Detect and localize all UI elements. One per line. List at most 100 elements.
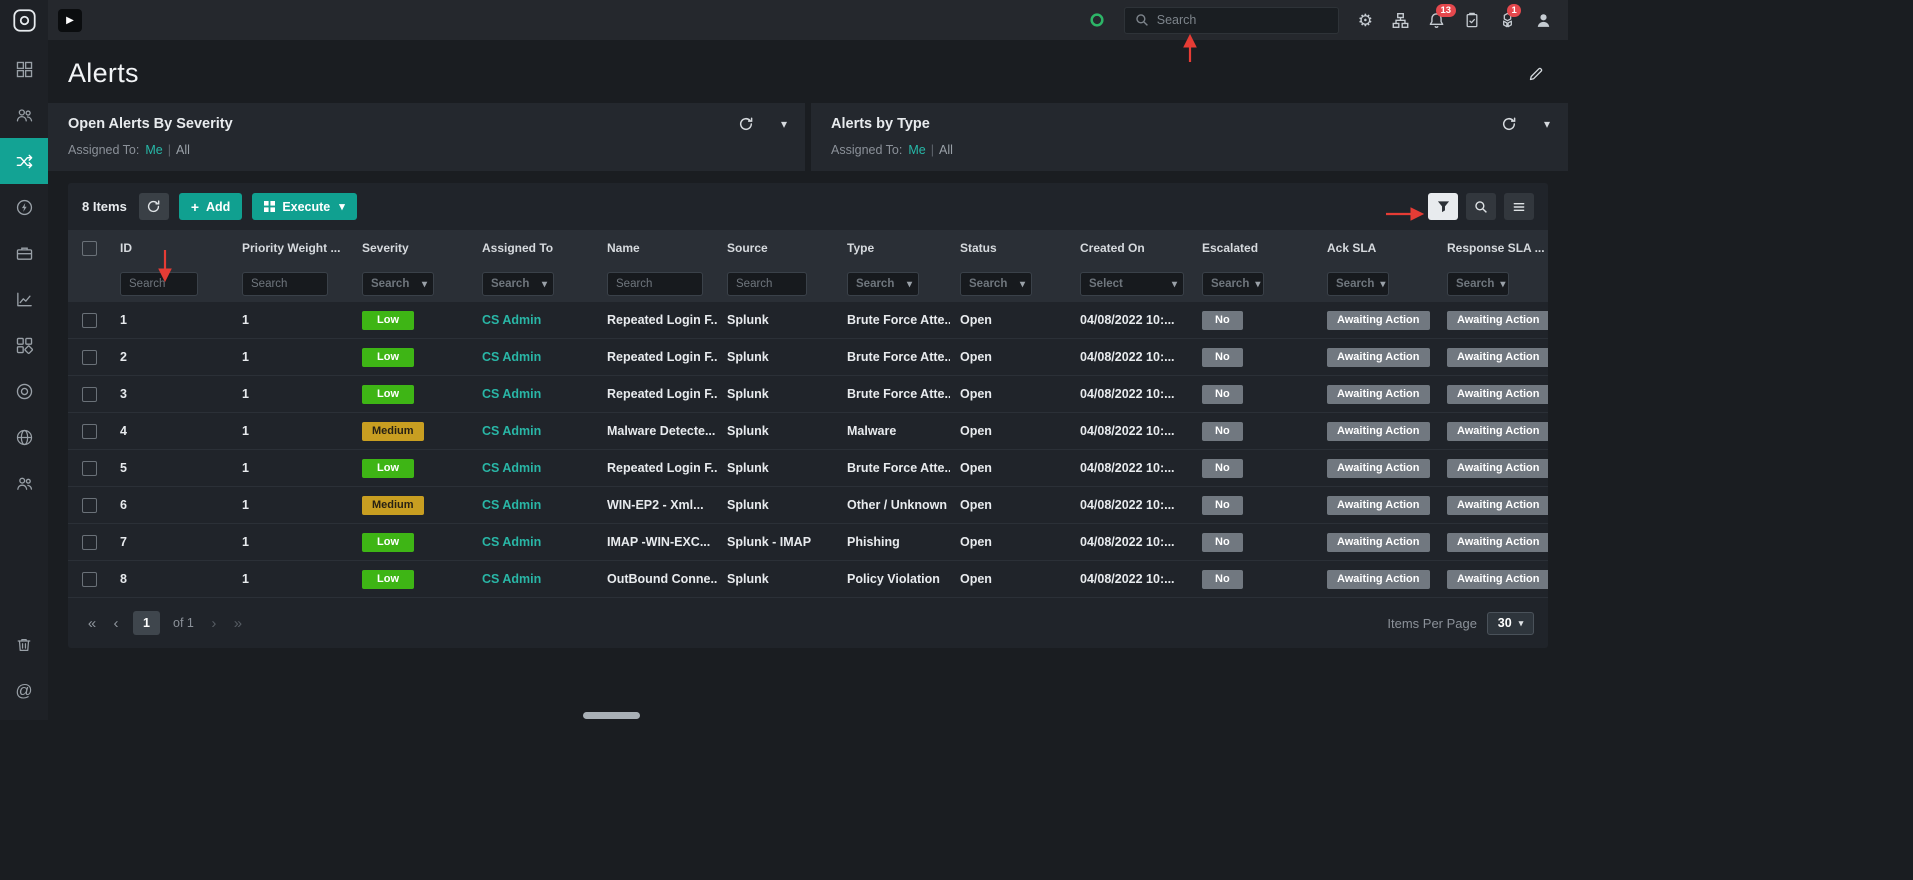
cell-response-sla: Awaiting Action	[1437, 524, 1548, 560]
table-row[interactable]: 6 1 Medium CS Admin WIN-EP2 - Xml... Splunk Ot…	[68, 487, 1548, 524]
filter-select-status[interactable]: Search ▾	[960, 272, 1032, 296]
play-icon: ▶	[66, 14, 74, 26]
response-sla-badge: Awaiting Action	[1447, 458, 1548, 478]
sidebar-item-trash[interactable]	[0, 622, 48, 668]
sidebar-item-apps[interactable]	[0, 322, 48, 368]
assigned-all-link[interactable]: All	[939, 143, 953, 157]
table-row[interactable]: 5 1 Low CS Admin Repeated Login F... Splunk Br…	[68, 450, 1548, 487]
row-checkbox[interactable]	[81, 571, 97, 587]
filter-select-type[interactable]: Search ▾	[847, 272, 919, 296]
filter-select-assigned-to[interactable]: Search ▾	[482, 272, 554, 296]
assigned-to-link[interactable]: CS Admin	[482, 461, 541, 475]
page-last-button[interactable]: »	[228, 611, 248, 635]
execute-button[interactable]: Execute ▾	[252, 193, 357, 220]
horizontal-scrollbar-thumb[interactable]	[583, 712, 640, 719]
row-checkbox[interactable]	[81, 349, 97, 365]
row-checkbox[interactable]	[81, 460, 97, 476]
page-first-button[interactable]: «	[82, 611, 102, 635]
filter-select-response-sla[interactable]: Search ▾	[1447, 272, 1509, 296]
column-header-response-sla[interactable]: Response SLA ...	[1437, 241, 1548, 255]
row-checkbox[interactable]	[81, 312, 97, 328]
assigned-to-link[interactable]: CS Admin	[482, 387, 541, 401]
health-status-icon[interactable]	[1089, 12, 1105, 28]
column-header-source[interactable]: Source	[717, 241, 837, 255]
column-header-ack-sla[interactable]: Ack SLA	[1317, 241, 1437, 255]
play-button[interactable]: ▶	[58, 8, 82, 32]
assigned-to-link[interactable]: CS Admin	[482, 572, 541, 586]
sidebar-item-analytics[interactable]	[0, 276, 48, 322]
filter-input-priority-weight[interactable]	[242, 272, 328, 296]
chevron-down-icon[interactable]: ▾	[1544, 117, 1550, 131]
assigned-to-link[interactable]: CS Admin	[482, 350, 541, 364]
settings-gear-icon[interactable]: ⚙	[1358, 12, 1373, 29]
table-row[interactable]: 2 1 Low CS Admin Repeated Login F... Splunk Br…	[68, 339, 1548, 376]
cell-escalated: No	[1192, 413, 1317, 449]
sidebar-item-user-groups[interactable]	[0, 460, 48, 506]
assigned-to-link[interactable]: CS Admin	[482, 313, 541, 327]
cell-response-sla: Awaiting Action	[1437, 561, 1548, 597]
column-header-severity[interactable]: Severity	[352, 241, 472, 255]
sidebar-item-cases[interactable]	[0, 230, 48, 276]
current-page[interactable]: 1	[133, 611, 160, 635]
row-checkbox[interactable]	[81, 386, 97, 402]
refresh-icon[interactable]	[739, 117, 753, 131]
sidebar-item-mentions[interactable]: @	[0, 668, 48, 714]
chevron-down-icon[interactable]: ▾	[781, 117, 787, 131]
row-checkbox[interactable]	[81, 497, 97, 513]
column-header-created-on[interactable]: Created On	[1070, 241, 1192, 255]
sidebar-item-dashboard[interactable]	[0, 46, 48, 92]
global-search[interactable]	[1123, 6, 1339, 34]
page-prev-button[interactable]: ‹	[106, 611, 126, 635]
add-button[interactable]: + Add	[178, 193, 243, 220]
page-next-button[interactable]: ›	[204, 611, 224, 635]
column-header-name[interactable]: Name	[597, 241, 717, 255]
table-search-button[interactable]	[1466, 193, 1496, 220]
column-header-id[interactable]: ID	[110, 241, 232, 255]
line-chart-icon	[16, 292, 32, 306]
filter-select-ack-sla[interactable]: Search ▾	[1327, 272, 1389, 296]
assigned-to-link[interactable]: CS Admin	[482, 498, 541, 512]
select-all-checkbox[interactable]	[81, 240, 97, 256]
row-checkbox[interactable]	[81, 534, 97, 550]
filter-input-name[interactable]	[607, 272, 703, 296]
assigned-to-link[interactable]: CS Admin	[482, 424, 541, 438]
row-checkbox[interactable]	[81, 423, 97, 439]
edit-pencil-icon[interactable]	[1528, 66, 1544, 82]
column-header-assigned-to[interactable]: Assigned To	[472, 241, 597, 255]
column-header-escalated[interactable]: Escalated	[1192, 241, 1317, 255]
assigned-all-link[interactable]: All	[176, 143, 190, 157]
filter-select-severity[interactable]: Search ▾	[362, 272, 434, 296]
global-search-input[interactable]	[1156, 13, 1317, 27]
sidebar-item-threat-intel[interactable]	[0, 368, 48, 414]
user-profile-icon[interactable]	[1535, 12, 1552, 29]
table-row[interactable]: 7 1 Low CS Admin IMAP -WIN-EXC... Splunk - IM…	[68, 524, 1548, 561]
column-header-priority-weight[interactable]: Priority Weight ...	[232, 241, 352, 255]
filter-input-source[interactable]	[727, 272, 807, 296]
column-header-status[interactable]: Status	[950, 241, 1070, 255]
notifications-bell-icon[interactable]: 13	[1428, 3, 1456, 29]
assigned-to-link[interactable]: CS Admin	[482, 535, 541, 549]
filter-select-created-on[interactable]: Select ▾	[1080, 272, 1184, 296]
table-row[interactable]: 4 1 Medium CS Admin Malware Detecte... Splunk…	[68, 413, 1548, 450]
items-per-page-select[interactable]: 30 ▾	[1487, 611, 1534, 635]
filter-select-escalated[interactable]: Search ▾	[1202, 272, 1264, 296]
table-row[interactable]: 8 1 Low CS Admin OutBound Conne... Splunk Poli…	[68, 561, 1548, 598]
filter-input-id[interactable]	[120, 272, 198, 296]
integrations-sitemap-icon[interactable]	[1392, 12, 1409, 29]
table-row[interactable]: 3 1 Low CS Admin Repeated Login F... Splunk Br…	[68, 376, 1548, 413]
table-row[interactable]: 1 1 Low CS Admin Repeated Login F... Splunk Br…	[68, 302, 1548, 339]
column-header-type[interactable]: Type	[837, 241, 950, 255]
filter-button[interactable]	[1428, 193, 1458, 220]
tasks-clipboard-icon[interactable]	[1464, 12, 1480, 28]
sidebar-item-quick-actions[interactable]	[0, 184, 48, 230]
table-menu-button[interactable]	[1504, 193, 1534, 220]
app-logo[interactable]	[0, 0, 48, 40]
assigned-me-link[interactable]: Me	[908, 143, 925, 157]
refresh-button[interactable]	[138, 193, 169, 220]
sidebar-item-orchestration[interactable]	[0, 138, 48, 184]
assigned-me-link[interactable]: Me	[145, 143, 162, 157]
sidebar-item-teams[interactable]	[0, 92, 48, 138]
refresh-icon[interactable]	[1502, 117, 1516, 131]
sidebar-item-web[interactable]	[0, 414, 48, 460]
packages-icon[interactable]: 1	[1499, 3, 1522, 29]
